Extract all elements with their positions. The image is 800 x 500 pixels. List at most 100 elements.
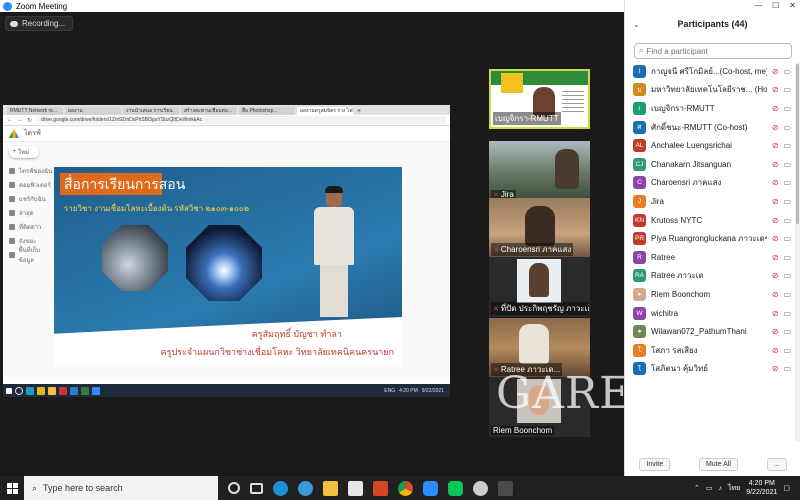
video-off-icon[interactable]: ▭ bbox=[783, 104, 791, 113]
new-button[interactable]: + ใหม่ bbox=[9, 146, 39, 158]
app-icon[interactable] bbox=[498, 480, 513, 496]
start-button[interactable] bbox=[0, 476, 24, 500]
drive-sidebar-item[interactable]: คอมพิวเตอร์ bbox=[3, 178, 53, 192]
participant-row[interactable]: AL Anchalee Luengsrichai ⊘ ▭ bbox=[625, 136, 793, 155]
mic-muted-icon[interactable]: ⊘ bbox=[772, 234, 779, 243]
ie-icon[interactable] bbox=[298, 480, 313, 496]
mic-muted-icon[interactable]: ⊘ bbox=[772, 160, 779, 169]
browser-tab[interactable]: ผลงาน bbox=[65, 107, 121, 115]
mic-muted-icon[interactable]: ⊘ bbox=[772, 253, 779, 262]
taskbar-search[interactable]: ⌕ Type here to search bbox=[24, 476, 218, 500]
participant-row[interactable]: CJ Chanakarn Jitsanguan ⊘ ▭ bbox=[625, 155, 793, 174]
video-off-icon[interactable]: ▭ bbox=[783, 364, 791, 373]
mic-muted-icon[interactable]: ⊘ bbox=[772, 141, 779, 150]
video-off-icon[interactable]: ▭ bbox=[783, 141, 791, 150]
store-icon[interactable] bbox=[348, 480, 363, 496]
video-tile[interactable]: เบญจิกรา-RMUTT bbox=[489, 69, 590, 129]
video-off-icon[interactable]: ▭ bbox=[783, 178, 791, 187]
network-icon[interactable]: ▭ bbox=[706, 484, 713, 492]
clock[interactable]: 4:20 PM 9/22/2021 bbox=[746, 479, 777, 497]
participant-scrollthumb[interactable] bbox=[796, 64, 799, 224]
cortana-icon[interactable] bbox=[228, 482, 240, 494]
participant-row[interactable]: I กาญจนี ศรีโกมิลย์...(Co-host, me) ⊘ ▭ bbox=[625, 62, 793, 81]
participant-row[interactable]: KN Krutoss NYTC ⊘ ▭ bbox=[625, 211, 793, 230]
drive-sidebar-item[interactable]: ที่ติดดาว bbox=[3, 220, 53, 234]
close-icon[interactable]: ✕ bbox=[789, 1, 796, 10]
file-explorer-icon[interactable] bbox=[323, 480, 338, 496]
video-off-icon[interactable]: ▭ bbox=[783, 290, 791, 299]
notification-icon[interactable]: ▢ bbox=[783, 484, 790, 492]
edge-icon[interactable] bbox=[273, 480, 288, 496]
video-tile[interactable]: ✕ที่ปัด ประกิพฤชรัญ ภาวะเด... bbox=[489, 257, 590, 317]
video-off-icon[interactable]: ▭ bbox=[783, 327, 791, 336]
minimize-icon[interactable]: — bbox=[754, 1, 762, 10]
browser-tab[interactable]: สร้างสะพานเชื่อมต่อ... bbox=[181, 107, 237, 115]
drive-sidebar-item[interactable]: แชร์กับฉัน bbox=[3, 192, 53, 206]
video-tile[interactable]: ✕ Charoensri ภาคแสง bbox=[489, 198, 590, 258]
mic-muted-icon[interactable]: ⊘ bbox=[772, 346, 779, 355]
video-off-icon[interactable]: ▭ bbox=[783, 234, 791, 243]
language-indicator[interactable]: ไทย bbox=[728, 483, 740, 494]
powerpoint-icon[interactable] bbox=[373, 480, 388, 496]
reload-icon[interactable]: ↻ bbox=[27, 117, 32, 124]
new-tab-icon[interactable]: + bbox=[357, 108, 361, 115]
participant-row[interactable]: Wwichitra ⊘ ▭ bbox=[625, 304, 793, 323]
drive-sidebar-item[interactable]: พื้นที่เก็บข้อมูล bbox=[3, 248, 53, 264]
video-off-icon[interactable]: ▭ bbox=[783, 346, 791, 355]
mic-muted-icon[interactable]: ⊘ bbox=[772, 85, 779, 94]
invite-button[interactable]: Invite bbox=[639, 457, 671, 471]
participant-search-input[interactable] bbox=[646, 46, 787, 56]
participant-search[interactable]: ⌕ bbox=[634, 43, 792, 59]
back-icon[interactable]: ← bbox=[7, 117, 13, 123]
participant-row[interactable]: C Charoensri ภาคแสง ⊘ ▭ bbox=[625, 174, 793, 193]
participant-row[interactable]: โโสภา รสเสียง ⊘ ▭ bbox=[625, 341, 793, 360]
mic-muted-icon[interactable]: ⊘ bbox=[772, 123, 779, 132]
maximize-icon[interactable]: ☐ bbox=[772, 1, 779, 10]
mic-muted-icon[interactable]: ⊘ bbox=[772, 216, 779, 225]
mic-muted-icon[interactable]: ⊘ bbox=[772, 104, 779, 113]
browser-tab[interactable]: งานนำเสนอ การเรียน bbox=[123, 107, 179, 115]
browser-tab[interactable]: สื่อ Photoshop... bbox=[239, 107, 295, 115]
mute-all-button[interactable]: Mute All bbox=[698, 457, 738, 471]
participant-row[interactable]: โโสภิตนา คุ้มวิทย์ ⊘ ▭ bbox=[625, 360, 793, 379]
participant-row[interactable]: ศศักดิ์ชนะ-RMUTT (Co-host) ⊘ ▭ bbox=[625, 118, 793, 137]
app-icon[interactable] bbox=[473, 480, 488, 496]
url-field[interactable]: drive.google.com/drive/folders/1Zm9ZmDxP… bbox=[36, 116, 446, 124]
volume-icon[interactable]: ♪ bbox=[718, 485, 722, 492]
participant-row[interactable]: เเบญจิกรา-RMUTT ⊘ ▭ bbox=[625, 99, 793, 118]
app-icon[interactable] bbox=[70, 386, 78, 395]
video-off-icon[interactable]: ▭ bbox=[783, 253, 791, 262]
video-off-icon[interactable]: ▭ bbox=[783, 85, 791, 94]
mic-muted-icon[interactable]: ⊘ bbox=[772, 197, 779, 206]
drive-sidebar-item[interactable]: ล่าสุด bbox=[3, 206, 53, 220]
drive-sidebar-item[interactable]: ไดรฟ์ของฉัน bbox=[3, 164, 53, 178]
show-hidden-icon[interactable]: ⌃ bbox=[694, 484, 700, 492]
recording-indicator[interactable]: Recording... bbox=[5, 16, 73, 31]
video-off-icon[interactable]: ▭ bbox=[783, 271, 791, 280]
video-off-icon[interactable]: ▭ bbox=[783, 197, 791, 206]
folder-icon[interactable] bbox=[48, 386, 56, 395]
participant-row[interactable]: J Jira ⊘ ▭ bbox=[625, 192, 793, 211]
more-button[interactable]: ... bbox=[766, 457, 787, 471]
mic-muted-icon[interactable]: ⊘ bbox=[772, 327, 779, 336]
participant-row[interactable]: PRPiya Ruangrongluckana ภาวะเดชพร⊘▭ bbox=[625, 229, 793, 248]
participant-row[interactable]: ● Wilawan072_PathumThani ⊘ ▭ bbox=[625, 322, 793, 341]
browser-tab-active[interactable]: ผลงานครูสมจิตร ร่าง ไฟล์ bbox=[297, 107, 353, 115]
mic-muted-icon[interactable]: ⊘ bbox=[772, 271, 779, 280]
task-view-icon[interactable] bbox=[250, 482, 263, 494]
chrome-icon[interactable] bbox=[37, 386, 45, 395]
video-tile[interactable]: ✕ Jira bbox=[489, 141, 590, 201]
video-off-icon[interactable]: ▭ bbox=[783, 309, 791, 318]
chrome-icon[interactable] bbox=[398, 480, 413, 496]
participant-row[interactable]: มมหาวิทยาลัยเทคโนโลยีราช... (Host) ⊘ ▭ bbox=[625, 81, 793, 100]
line-icon[interactable] bbox=[448, 480, 463, 496]
zoom-icon[interactable] bbox=[92, 386, 100, 395]
video-off-icon[interactable]: ▭ bbox=[783, 216, 791, 225]
mic-muted-icon[interactable]: ⊘ bbox=[772, 67, 779, 76]
edge-icon[interactable] bbox=[26, 386, 34, 395]
video-off-icon[interactable]: ▭ bbox=[783, 123, 791, 132]
mic-muted-icon[interactable]: ⊘ bbox=[772, 290, 779, 299]
forward-icon[interactable]: → bbox=[17, 117, 23, 123]
windows-start-icon[interactable] bbox=[6, 387, 12, 394]
participant-row[interactable]: ● Riem Boonchom ⊘ ▭ bbox=[625, 285, 793, 304]
